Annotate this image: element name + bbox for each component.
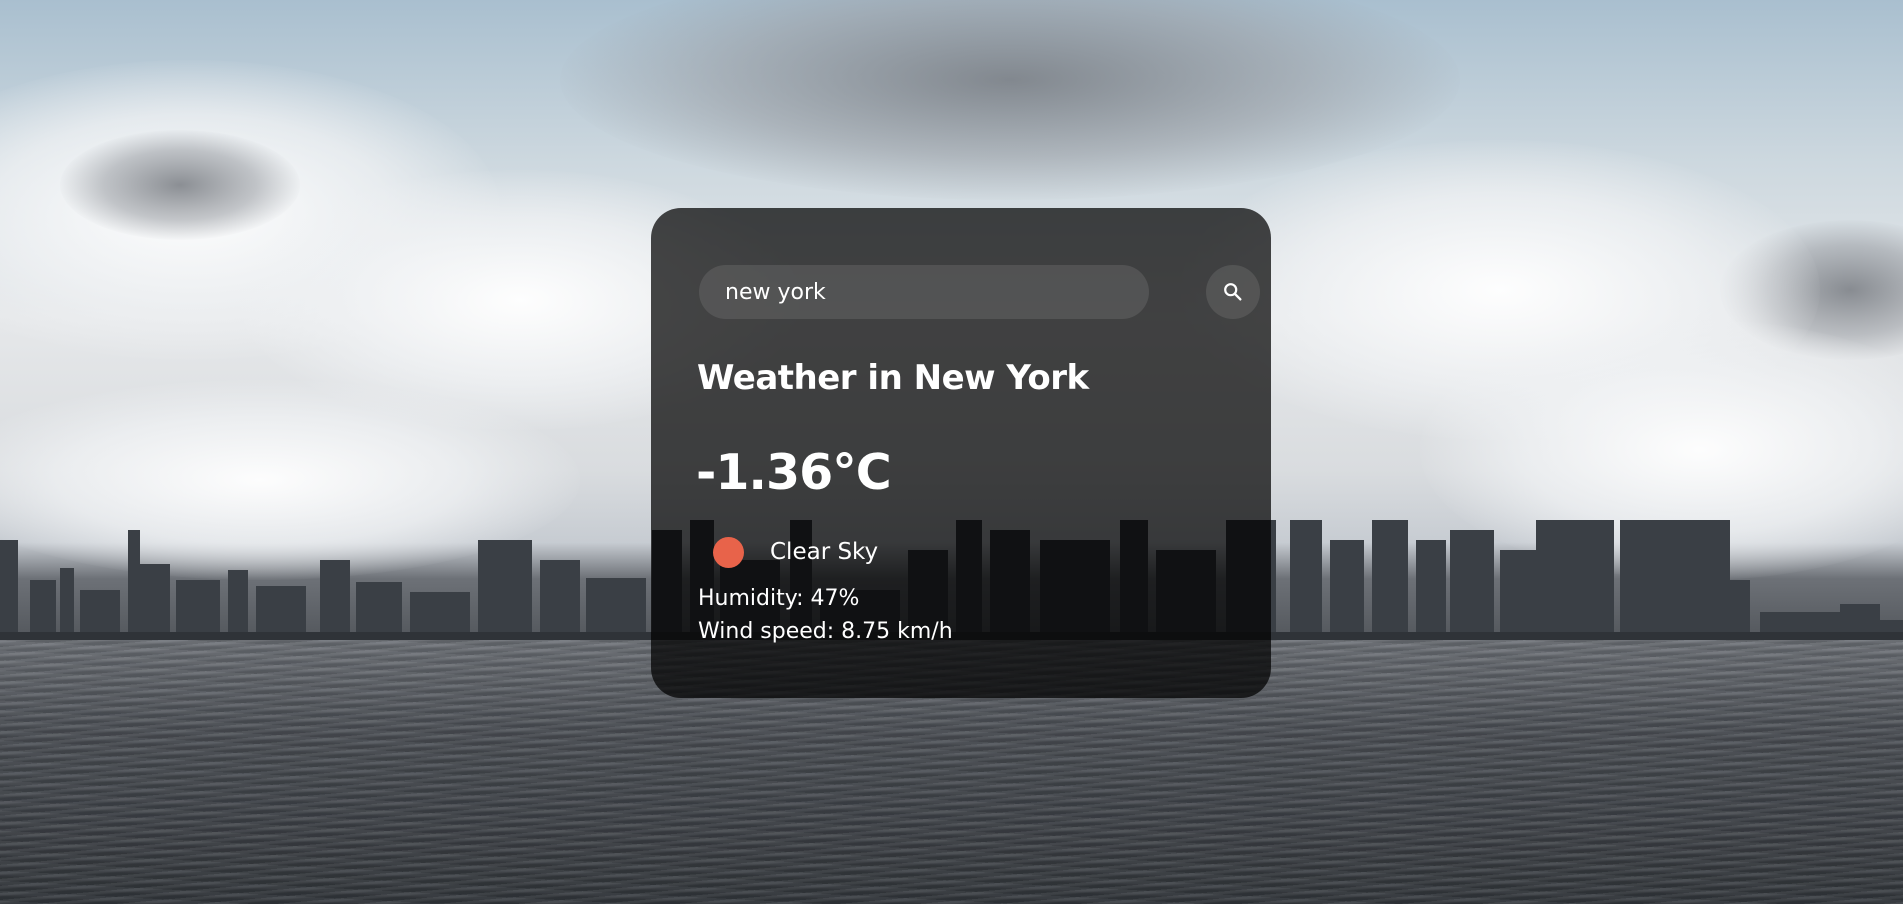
humidity: Humidity: 47% xyxy=(698,586,860,611)
search-icon xyxy=(1224,283,1242,301)
weather-description: Clear Sky xyxy=(770,539,879,565)
city-title: Weather in New York xyxy=(697,358,1089,398)
search-button[interactable] xyxy=(1206,265,1260,319)
search-bar xyxy=(699,265,1260,319)
search-input[interactable] xyxy=(699,265,1149,319)
temperature: -1.36°C xyxy=(696,444,892,501)
wind-speed: Wind speed: 8.75 km/h xyxy=(698,619,953,644)
clear-sky-icon xyxy=(713,536,744,568)
weather-condition: Clear Sky xyxy=(713,535,878,569)
weather-card: Weather in New York -1.36°C Clear Sky Hu… xyxy=(651,208,1271,698)
